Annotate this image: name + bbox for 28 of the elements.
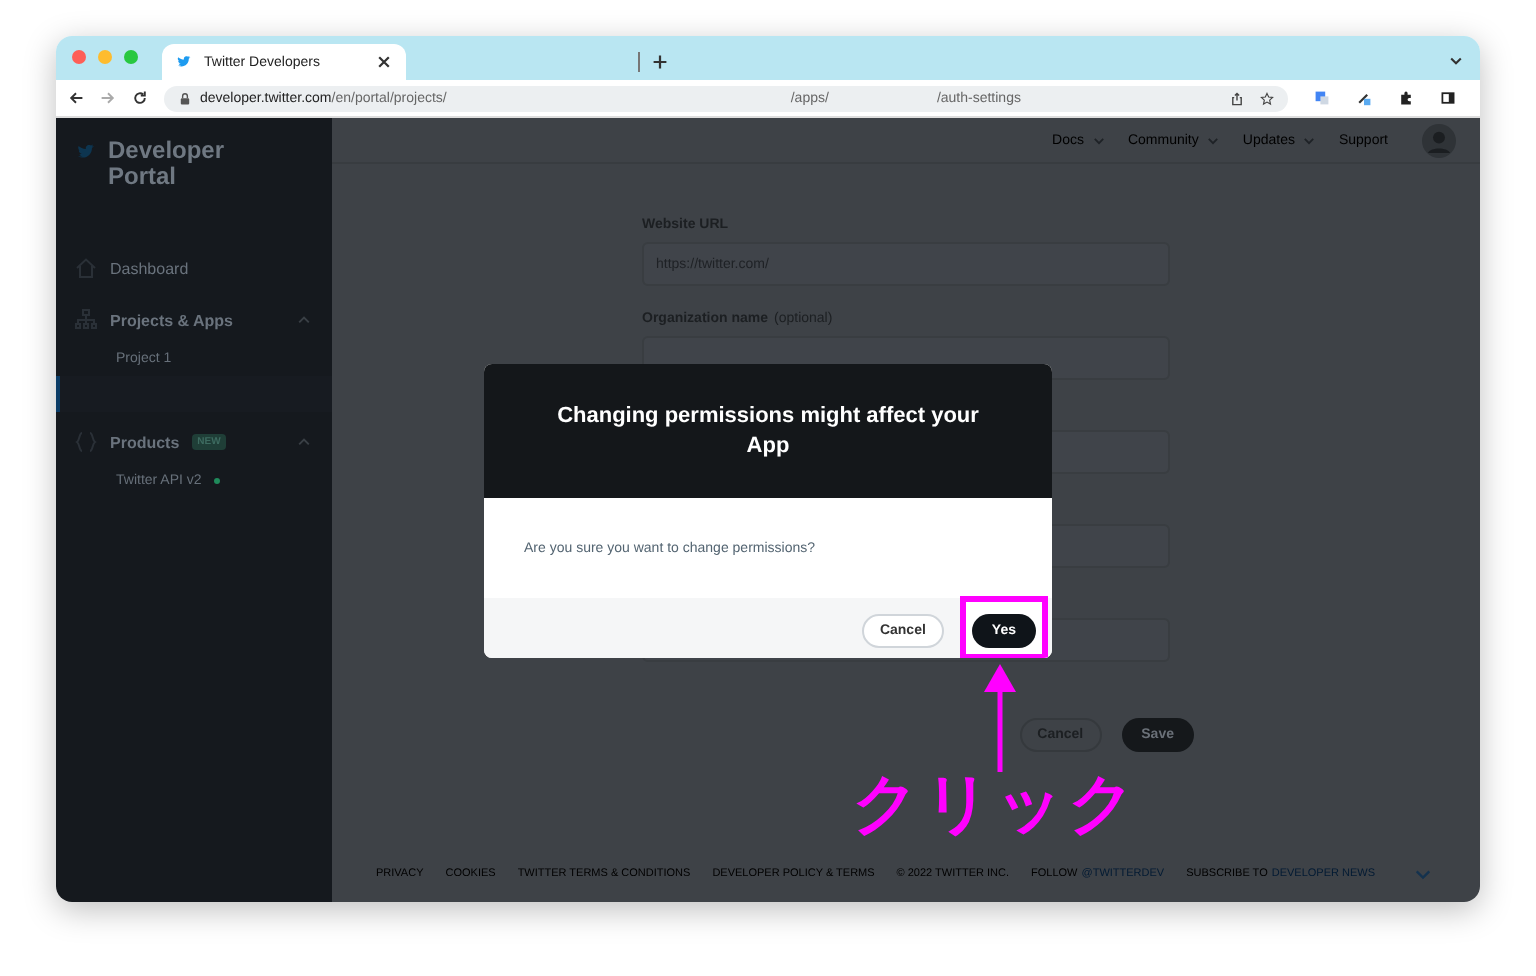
portal-title: Developer Portal [108, 138, 227, 190]
back-arrow-icon[interactable] [68, 90, 84, 106]
house-icon [74, 256, 98, 280]
braces-icon [74, 430, 98, 454]
close-window-icon[interactable] [72, 50, 86, 64]
sidebar-item[interactable]: Dashboard [56, 246, 332, 290]
forward-arrow-icon[interactable] [100, 90, 116, 106]
puzzle-icon[interactable] [1398, 90, 1414, 106]
bird-icon [76, 142, 96, 162]
bird-icon [176, 54, 192, 70]
star-icon[interactable] [1260, 91, 1274, 105]
chevron-down-icon[interactable] [1448, 52, 1464, 68]
chevron-down-icon [1091, 133, 1106, 147]
side-panel-icon[interactable] [1440, 90, 1456, 106]
pen-icon[interactable] [1356, 90, 1372, 106]
reload-icon[interactable] [132, 90, 148, 106]
chevron-down-icon [1206, 133, 1221, 147]
translate-icon[interactable] [1314, 90, 1330, 106]
new-tab-icon[interactable] [652, 54, 668, 70]
annotation-text: クリック [852, 764, 1140, 844]
share-icon[interactable] [1230, 91, 1244, 105]
dialog-title: Changing permissions might affect your App [555, 401, 981, 461]
lock-icon [178, 91, 192, 105]
sidebar-item[interactable]: Projects & Apps [56, 298, 332, 342]
chevron-down-icon [1302, 133, 1317, 147]
annotation-arrow [980, 660, 1020, 772]
hierarchy-icon [74, 308, 98, 332]
close-icon[interactable] [376, 54, 392, 70]
